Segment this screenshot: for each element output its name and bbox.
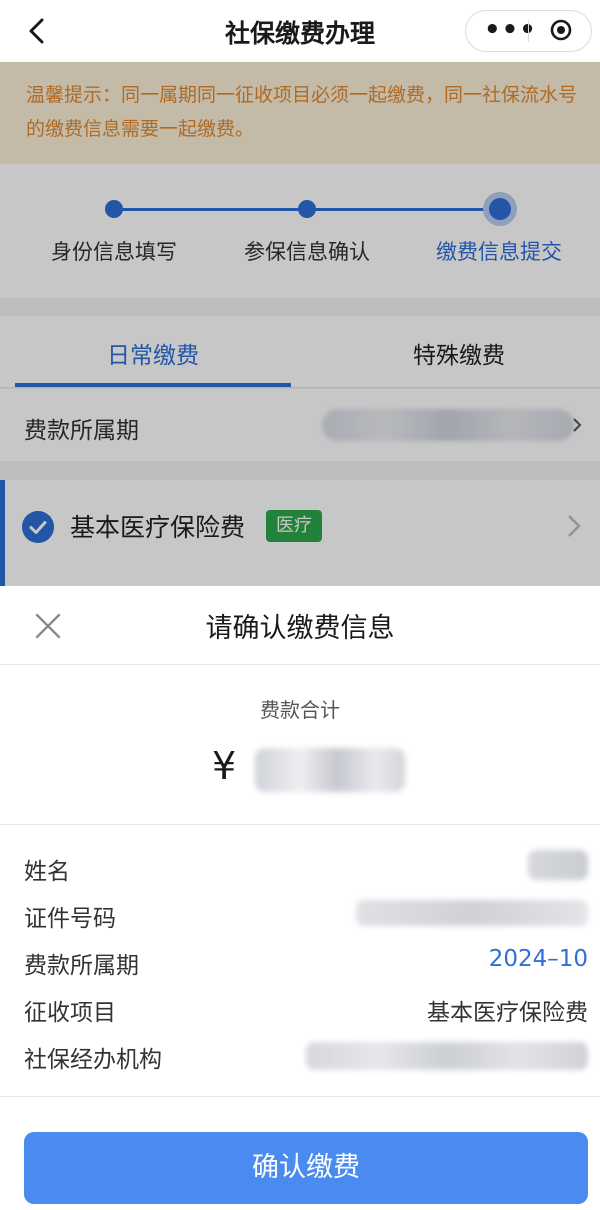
- sheet-divider-bottom: [0, 1096, 600, 1097]
- top-nav-bar: 社保缴费办理 •••: [0, 0, 600, 62]
- id-number-label: 证件号码: [24, 906, 116, 932]
- agency-label: 社保经办机构: [24, 1047, 162, 1073]
- currency-symbol: ¥: [212, 744, 237, 788]
- capsule-divider: [528, 20, 529, 42]
- name-label: 姓名: [24, 859, 70, 885]
- id-number-value-redacted: [356, 900, 588, 926]
- target-circle-icon[interactable]: [550, 19, 572, 41]
- total-amount-redacted: [255, 748, 405, 792]
- total-label: 费款合计: [260, 698, 340, 722]
- period-value: 2024–10: [488, 946, 588, 972]
- agency-value-redacted: [306, 1042, 588, 1070]
- confirm-payment-sheet: 请确认缴费信息 费款合计 ¥ 姓名 证件号码 费款所属期 2024–10 征收项…: [0, 586, 600, 1210]
- name-value-redacted: [528, 850, 588, 880]
- collection-item-value: 基本医疗保险费: [427, 1000, 588, 1026]
- period-row-label: 费款所属期: [24, 953, 139, 979]
- mini-program-capsule: •••: [465, 10, 592, 52]
- collection-item-label: 征收项目: [24, 1000, 116, 1026]
- sheet-title: 请确认缴费信息: [205, 613, 395, 644]
- sheet-divider-mid: [0, 824, 600, 825]
- confirm-payment-button[interactable]: 确认缴费: [24, 1132, 588, 1204]
- sheet-divider-top: [0, 664, 600, 665]
- modal-overlay[interactable]: [0, 62, 600, 586]
